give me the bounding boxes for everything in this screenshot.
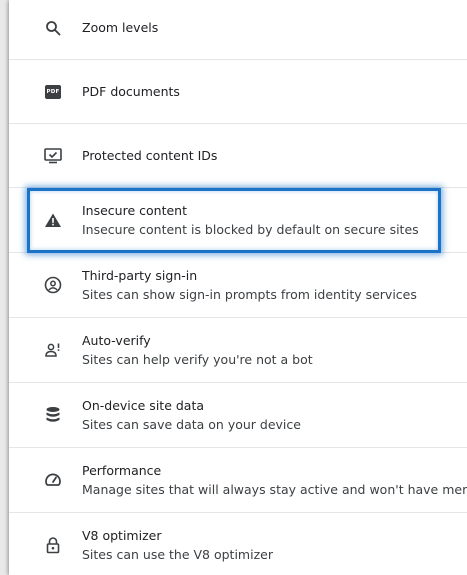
item-subtitle: Sites can use the V8 optimizer	[82, 547, 273, 562]
list-item-on-device-site-data[interactable]: On-device site data Sites can save data …	[9, 383, 467, 448]
list-item-pdf-documents[interactable]: PDF PDF documents	[9, 60, 467, 124]
item-title: Performance	[82, 463, 162, 478]
account-circle-icon	[43, 275, 63, 295]
item-title: Auto-verify	[82, 333, 151, 348]
item-subtitle: Manage sites that will always stay activ…	[82, 482, 467, 497]
item-subtitle: Sites can save data on your device	[82, 417, 301, 432]
warning-icon	[43, 210, 63, 230]
speedometer-icon	[43, 470, 63, 490]
item-title: Protected content IDs	[82, 148, 218, 163]
list-item-insecure-content[interactable]: Insecure content Insecure content is blo…	[9, 188, 467, 253]
list-item-auto-verify[interactable]: Auto-verify Sites can help verify you're…	[9, 318, 467, 383]
search-icon	[43, 18, 63, 38]
pdf-icon: PDF	[43, 82, 63, 102]
person-verify-icon	[43, 340, 63, 360]
list-item-zoom-levels[interactable]: Zoom levels	[9, 0, 467, 60]
item-subtitle: Sites can show sign-in prompts from iden…	[82, 287, 417, 302]
pdf-badge-label: PDF	[45, 85, 61, 99]
item-subtitle: Sites can help verify you're not a bot	[82, 352, 313, 367]
list-item-third-party-sign-in[interactable]: Third-party sign-in Sites can show sign-…	[9, 253, 467, 318]
database-icon	[43, 405, 63, 425]
site-settings-list: Zoom levels PDF PDF documents Protected …	[9, 0, 467, 575]
item-title: Insecure content	[82, 203, 187, 218]
item-title: Third-party sign-in	[82, 268, 198, 283]
lock-icon	[43, 535, 63, 555]
monitor-check-icon	[43, 146, 63, 166]
item-title: On-device site data	[82, 398, 205, 413]
list-item-performance[interactable]: Performance Manage sites that will alway…	[9, 448, 467, 513]
list-item-protected-content-ids[interactable]: Protected content IDs	[9, 124, 467, 188]
list-item-v8-optimizer[interactable]: V8 optimizer Sites can use the V8 optimi…	[9, 513, 467, 575]
item-title: Zoom levels	[82, 20, 159, 35]
item-title: PDF documents	[82, 84, 180, 99]
item-subtitle: Insecure content is blocked by default o…	[82, 222, 419, 237]
item-title: V8 optimizer	[82, 528, 162, 543]
